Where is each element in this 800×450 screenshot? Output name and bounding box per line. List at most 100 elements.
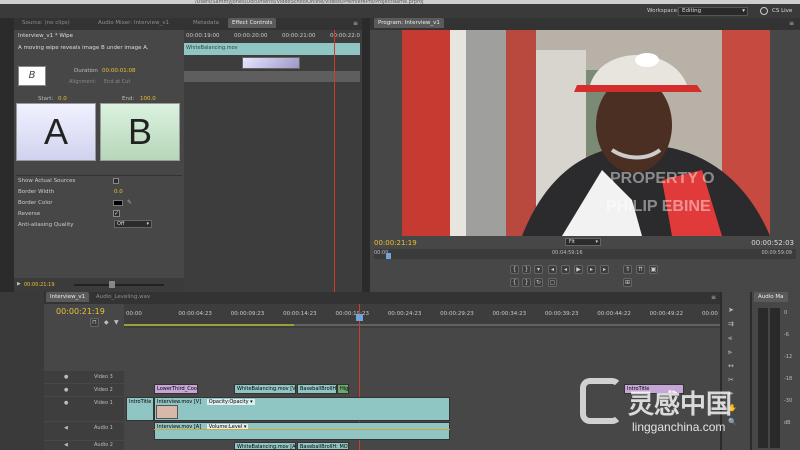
frame-back-icon[interactable]: ◂ <box>561 265 570 274</box>
program-video-frame[interactable] <box>402 30 770 236</box>
tab-metadata[interactable]: Metadata <box>189 18 223 28</box>
clip-baseball-v2[interactable]: BaseballBrollH <box>297 384 337 394</box>
step-forward-icon[interactable]: ▸ <box>600 265 609 274</box>
playhead-handle[interactable] <box>356 314 363 321</box>
speaker-icon[interactable]: ◀ <box>64 442 68 448</box>
watermark-logo <box>580 378 622 424</box>
meter-scale-12: -12 <box>784 354 793 360</box>
divider <box>16 175 182 176</box>
program-current-time[interactable]: 00:00:21:19 <box>374 239 417 247</box>
wipe-preview-icon[interactable]: B <box>18 66 46 86</box>
step-back-icon[interactable]: ◂ <box>548 265 557 274</box>
timeline-current-time[interactable]: 00:00:21:19 <box>56 307 105 316</box>
meter-scale-db: dB <box>784 420 791 426</box>
fit-select[interactable]: Fit ▾ <box>565 238 601 246</box>
loop-icon[interactable]: ↻ <box>534 278 543 287</box>
thumb-b[interactable]: B <box>100 103 180 161</box>
track-header-video3: ● Video 3 <box>44 371 124 383</box>
reverse-checkbox[interactable]: ✓ <box>113 210 120 217</box>
eye-icon[interactable]: ● <box>64 374 68 380</box>
rolling-edit-icon[interactable]: ⫸ <box>728 348 732 357</box>
frame-forward-icon[interactable]: ▸ <box>587 265 596 274</box>
marker-icon[interactable]: ◆ <box>104 319 109 326</box>
eyedropper-icon[interactable]: ✎ <box>127 199 132 206</box>
meter-scale-6: -6 <box>784 332 789 338</box>
work-area-bar[interactable] <box>124 324 294 326</box>
extract-icon[interactable]: ⇈ <box>636 265 645 274</box>
timeline-tick-label: 00:00:24:23 <box>387 311 422 317</box>
lift-icon[interactable]: ⇑ <box>623 265 632 274</box>
play-icon[interactable]: ▶ <box>574 265 583 274</box>
chevron-down-icon: ▾ <box>742 8 745 14</box>
mark-in-icon[interactable]: { <box>510 265 519 274</box>
meter-right <box>770 308 780 448</box>
end-value[interactable]: 100.0 <box>140 96 156 102</box>
program-monitor: PROPERTY O PHILIP EBINE 00:00:21:19 Fit … <box>370 30 800 292</box>
tab-audio-leveling[interactable]: Audio_Leveling.wav <box>92 292 154 302</box>
effect-controls-left: Interview_v1 * Wipe A moving wipe reveal… <box>14 30 184 292</box>
panel-menu-icon[interactable]: ≡ <box>789 20 794 27</box>
start-value[interactable]: 0.0 <box>58 96 67 102</box>
border-color-swatch[interactable] <box>113 200 123 206</box>
anti-aliasing-select[interactable]: Off ▾ <box>114 220 152 228</box>
show-actual-sources-checkbox[interactable] <box>113 178 119 184</box>
add-marker-icon[interactable]: ▾ <box>534 265 543 274</box>
fit-value: Fit <box>569 239 575 245</box>
program-tabs: Program: Interview_v1 ≡ <box>370 18 800 30</box>
border-width-value[interactable]: 0.0 <box>114 189 123 195</box>
thumb-a[interactable]: A <box>16 103 96 161</box>
tab-program[interactable]: Program: Interview_v1 <box>374 18 444 28</box>
selection-tool-icon[interactable]: ➤ <box>728 306 734 314</box>
eye-icon[interactable]: ● <box>64 400 68 406</box>
tab-source[interactable]: Source: (no clips) <box>18 18 74 28</box>
clip-whitebalancing-a2[interactable]: WhiteBalancing.mov [A <box>234 442 296 450</box>
zoom-slider-handle[interactable] <box>109 281 115 288</box>
clip-interview-a[interactable]: Interview.mov [A] Volume:Level ▾ <box>154 422 450 440</box>
trim-icon[interactable]: ⊞ <box>623 278 632 287</box>
ripple-edit-icon[interactable]: ⫷ <box>728 334 732 343</box>
mini-transition[interactable] <box>242 57 300 69</box>
tab-effect-controls[interactable]: Effect Controls <box>228 18 277 28</box>
alignment-value[interactable]: End at Cut <box>104 79 130 85</box>
program-ruler[interactable]: 00:00 00:04:59:16 00:09:59:09 <box>374 249 796 259</box>
nav-icon[interactable]: ▶ <box>17 281 21 287</box>
clip-lowerthird[interactable]: LowerThird_Coo <box>154 384 198 394</box>
timeline-tick-label: 00:00:04:23 <box>178 311 212 317</box>
safe-margins-icon[interactable]: ▢ <box>548 278 557 287</box>
clip-introtitle[interactable]: IntroTitle <box>126 397 154 421</box>
tab-audio-mixer[interactable]: Audio Mixer: Interview_v1 <box>94 18 173 28</box>
sequence-marker-icon[interactable]: ▼ <box>114 319 119 326</box>
panel-menu-icon[interactable]: ≡ <box>711 294 716 301</box>
clip-baseball-a2[interactable]: BaseballBrollH: MOV <box>297 442 349 450</box>
clip-whitebalancing-v2[interactable]: WhiteBalancing.mov [V <box>234 384 296 394</box>
zoom-slider[interactable] <box>74 284 164 286</box>
track-select-icon[interactable]: ⇉ <box>728 320 734 328</box>
volume-rubberband[interactable] <box>154 429 450 430</box>
workspace-label: Workspace: <box>647 8 679 14</box>
clip-green-v2[interactable]: High <box>337 384 349 394</box>
duration-value[interactable]: 00:00:01:08 <box>102 68 136 74</box>
prop-border-width: Border Width <box>18 189 55 195</box>
ruler-mid: 00:04:59:16 <box>552 250 583 256</box>
cs-live-label[interactable]: CS Live <box>772 8 792 14</box>
program-playhead[interactable] <box>386 253 391 259</box>
clip-interview-v[interactable]: Interview.mov [V] Opacity:Opacity ▾ <box>154 397 450 421</box>
tab-interview-v1[interactable]: Interview_v1 <box>46 292 90 302</box>
razor-icon[interactable]: ✂ <box>728 376 734 384</box>
cs-live-icon[interactable] <box>760 7 768 15</box>
eye-icon[interactable]: ● <box>64 387 68 393</box>
speaker-icon[interactable]: ◀ <box>64 425 68 431</box>
chevron-down-icon: ▾ <box>595 239 598 245</box>
tab-audio-master[interactable]: Audio Ma <box>754 292 788 302</box>
panel-menu-icon[interactable]: ≡ <box>353 20 358 27</box>
mini-tick: 00:00:19:00 <box>186 33 220 39</box>
opacity-select[interactable]: Opacity:Opacity ▾ <box>206 399 255 405</box>
export-frame-icon[interactable]: ▣ <box>649 265 658 274</box>
track-header-video1: ● Video 1 <box>44 397 124 421</box>
snap-icon[interactable]: ⊓ <box>90 318 99 327</box>
rate-stretch-icon[interactable]: ↔ <box>728 362 734 370</box>
go-in-icon[interactable]: { <box>510 278 519 287</box>
mark-out-icon[interactable]: } <box>522 265 531 274</box>
go-out-icon[interactable]: } <box>522 278 531 287</box>
workspace-select[interactable]: Editing ▾ <box>678 7 748 16</box>
